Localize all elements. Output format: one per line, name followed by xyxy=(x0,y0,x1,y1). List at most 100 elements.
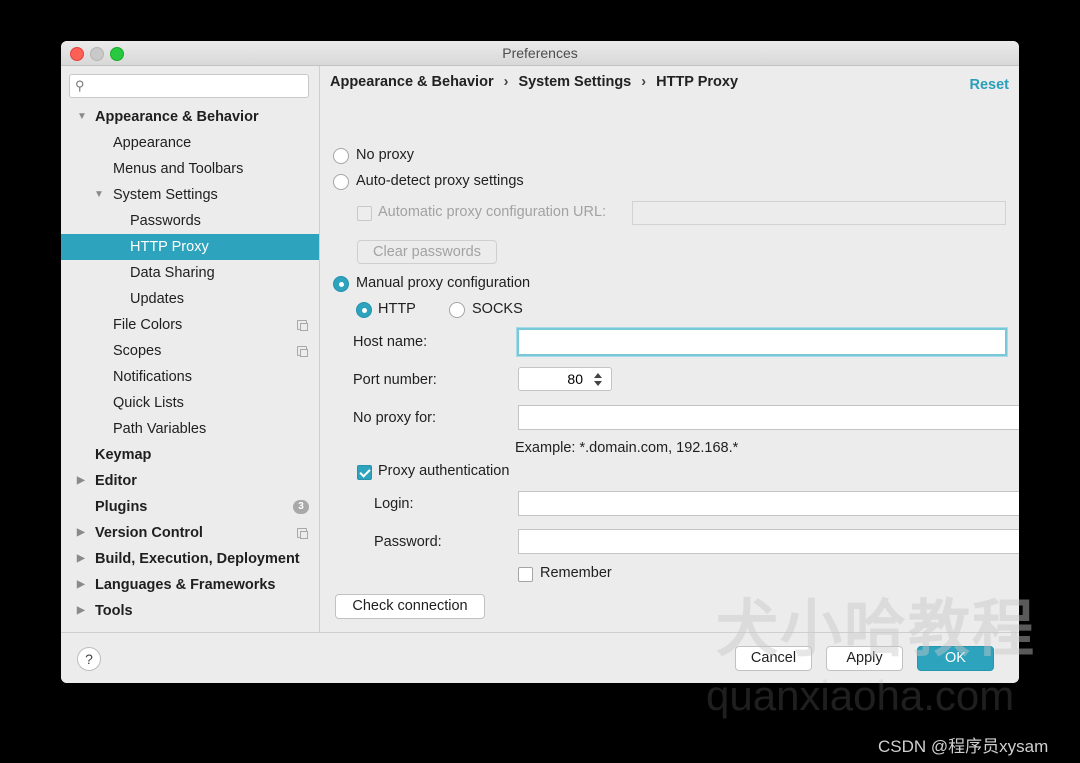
check-connection-button[interactable]: Check connection xyxy=(335,594,485,619)
sidebar-item-label: Editor xyxy=(95,473,137,489)
login-input[interactable] xyxy=(519,492,1019,515)
sidebar-item[interactable]: File Colors xyxy=(61,312,319,338)
sidebar-item[interactable]: HTTP Proxy xyxy=(61,234,319,260)
sidebar-item[interactable]: Notifications xyxy=(61,364,319,390)
sidebar-item[interactable]: ▶ Editor xyxy=(61,468,319,494)
breadcrumb-part: HTTP Proxy xyxy=(656,74,739,90)
port-number-stepper[interactable] xyxy=(588,367,612,391)
sidebar-item-label: Appearance & Behavior xyxy=(95,109,259,125)
no-proxy-example: Example: *.domain.com, 192.168.* xyxy=(515,440,739,456)
stepper-up-icon[interactable] xyxy=(594,373,602,378)
auto-config-url-field[interactable] xyxy=(632,201,1006,225)
password-input[interactable] xyxy=(519,530,1019,553)
sidebar-item-label: Appearance xyxy=(113,135,192,151)
proxy-authentication-checkbox[interactable] xyxy=(357,465,372,480)
sidebar-item-label: Updates xyxy=(130,291,185,307)
port-number-field[interactable] xyxy=(518,367,590,391)
sidebar-item-label: Plugins xyxy=(95,499,148,515)
sidebar-item-label: Passwords xyxy=(130,213,201,229)
remember-label: Remember xyxy=(540,565,612,581)
sidebar-item-label: Menus and Toolbars xyxy=(113,161,244,177)
sidebar-item[interactable]: Passwords xyxy=(61,208,319,234)
collapsed-arrow-icon[interactable]: ▶ xyxy=(77,520,85,546)
sidebar-item[interactable]: ▼ System Settings xyxy=(61,182,319,208)
collapsed-arrow-icon[interactable]: ▶ xyxy=(77,572,85,598)
sidebar-item[interactable]: Keymap xyxy=(61,442,319,468)
search-box[interactable]: ⚲ xyxy=(69,74,309,98)
sidebar-item[interactable]: Plugins 3 xyxy=(61,494,319,520)
expanded-arrow-icon[interactable]: ▼ xyxy=(94,182,104,208)
sidebar-item[interactable]: Data Sharing xyxy=(61,260,319,286)
host-name-field[interactable] xyxy=(517,328,1007,356)
port-number-input[interactable] xyxy=(519,368,589,390)
sidebar-item-label: Tools xyxy=(95,603,133,619)
login-field[interactable] xyxy=(518,491,1019,516)
sidebar-item-label: Languages & Frameworks xyxy=(95,577,276,593)
sidebar-item-label: File Colors xyxy=(113,317,183,333)
sidebar-item[interactable]: Menus and Toolbars xyxy=(61,156,319,182)
host-name-label: Host name: xyxy=(353,334,428,350)
sidebar-item[interactable]: Quick Lists xyxy=(61,390,319,416)
sidebar-item[interactable]: ▶ Tools xyxy=(61,598,319,624)
password-field[interactable] xyxy=(518,529,1019,554)
http-proxy-panel: Appearance & Behavior › System Settings › HT… xyxy=(320,66,1019,632)
http-label: HTTP xyxy=(378,301,416,317)
credit-text: CSDN @程序员xysam xyxy=(878,737,1049,756)
sidebar-item[interactable]: ▼ Appearance & Behavior xyxy=(61,104,319,130)
socks-radio[interactable] xyxy=(449,302,465,318)
password-label: Password: xyxy=(374,534,442,550)
sidebar-item[interactable]: Scopes xyxy=(61,338,319,364)
sidebar-item[interactable]: Path Variables xyxy=(61,416,319,442)
manual-proxy-radio[interactable] xyxy=(333,276,349,292)
sidebar-item-label: Version Control xyxy=(95,525,203,541)
search-icon: ⚲ xyxy=(75,78,85,93)
title-bar[interactable]: Preferences xyxy=(61,41,1019,66)
sidebar-item-label: Path Variables xyxy=(113,421,207,437)
clear-passwords-button[interactable]: Clear passwords xyxy=(357,240,497,264)
breadcrumb-separator: › xyxy=(641,74,647,90)
sidebar-item[interactable]: ▶ Languages & Frameworks xyxy=(61,572,319,598)
http-radio[interactable] xyxy=(356,302,372,318)
reset-link[interactable]: Reset xyxy=(970,77,1010,93)
no-proxy-radio[interactable] xyxy=(333,148,349,164)
collapsed-arrow-icon[interactable]: ▶ xyxy=(77,468,85,494)
sidebar-item-label: Data Sharing xyxy=(130,265,215,281)
no-proxy-for-field[interactable]: ⤢ xyxy=(518,405,1019,430)
auto-detect-label: Auto-detect proxy settings xyxy=(356,173,524,189)
sidebar-item[interactable]: ▶ Version Control xyxy=(61,520,319,546)
sidebar-item-label: Notifications xyxy=(113,369,192,385)
project-level-icon xyxy=(297,320,308,331)
auto-config-url-input[interactable] xyxy=(633,202,1005,224)
manual-proxy-label: Manual proxy configuration xyxy=(356,275,531,291)
window-title: Preferences xyxy=(502,45,578,61)
sidebar-item[interactable]: Appearance xyxy=(61,130,319,156)
stepper-down-icon[interactable] xyxy=(594,381,602,386)
sidebar-item-label: Keymap xyxy=(95,447,152,463)
search-input[interactable] xyxy=(94,76,298,96)
auto-config-url-checkbox[interactable] xyxy=(357,206,372,221)
auto-detect-radio[interactable] xyxy=(333,174,349,190)
project-level-icon xyxy=(297,346,308,357)
expanded-arrow-icon[interactable]: ▼ xyxy=(77,104,87,130)
collapsed-arrow-icon[interactable]: ▶ xyxy=(77,546,85,572)
remember-checkbox[interactable] xyxy=(518,567,533,582)
settings-sidebar: ⚲ ▼ Appearance & Behavior Appearance Menus … xyxy=(61,66,320,632)
host-name-input[interactable] xyxy=(519,330,1005,354)
sidebar-item-label: Scopes xyxy=(113,343,162,359)
watermark-logo-text: 犬小哈教程 xyxy=(716,595,1037,664)
sidebar-item-label: Quick Lists xyxy=(113,395,184,411)
breadcrumb-part: System Settings xyxy=(518,74,632,90)
plugins-update-badge: 3 xyxy=(293,500,309,514)
sidebar-item[interactable]: ▶ Build, Execution, Deployment xyxy=(61,546,319,572)
project-level-icon xyxy=(297,528,308,539)
no-proxy-for-label: No proxy for: xyxy=(353,410,436,426)
sidebar-item-label: HTTP Proxy xyxy=(130,239,209,255)
breadcrumb-part: Appearance & Behavior xyxy=(330,74,494,90)
collapsed-arrow-icon[interactable]: ▶ xyxy=(77,598,85,624)
sidebar-item[interactable]: Updates xyxy=(61,286,319,312)
no-proxy-label: No proxy xyxy=(356,147,415,163)
no-proxy-for-input[interactable] xyxy=(519,406,1019,429)
socks-label: SOCKS xyxy=(472,301,523,317)
login-label: Login: xyxy=(374,496,414,512)
help-button[interactable]: ? xyxy=(77,647,101,671)
